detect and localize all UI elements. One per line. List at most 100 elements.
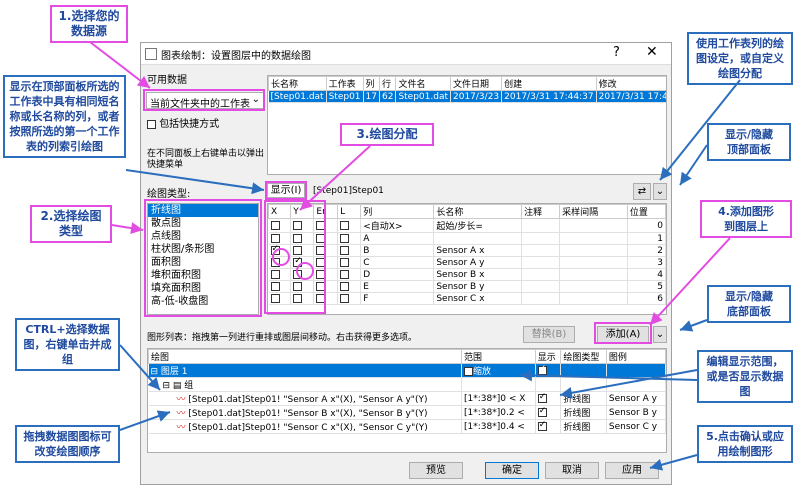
empty-cell [560,363,607,378]
plot-list-table[interactable]: 绘图范围显示绘图类型图例⊟ 图层 1缩放⊟ ▤ 组〰 [Step01.dat]S… [147,348,667,453]
add-highlight [594,322,652,344]
table-row[interactable]: CSensor A y 3 [268,256,666,269]
close-button[interactable]: ✕ [646,44,658,60]
show-checkbox[interactable] [537,406,547,417]
col-sampling [559,256,628,269]
callout-ctrl-group: CTRL+选择数据图，右键单击并成组 [15,318,120,371]
toggle-top-panel-button[interactable]: ⌄ [653,183,667,200]
plot-type-label: 绘图类型: [147,189,191,200]
top-table-header[interactable]: 列 [362,76,380,91]
column-table-header[interactable]: 长名称 [433,204,523,219]
col-sampling [559,292,628,305]
plot-table-header[interactable]: 范围 [461,349,536,364]
group-label: 组 [184,381,194,391]
replace-button[interactable]: 替换(B) [523,326,575,343]
assign-checkbox[interactable] [340,257,350,267]
group-row[interactable]: ⊟ ▤ 组 [148,377,666,392]
help-button[interactable]: ? [613,45,620,60]
show-highlight [265,181,307,200]
assign-checkbox[interactable] [340,220,350,230]
col-sampling [559,280,628,293]
table-row[interactable]: F Sensor C x 6 [268,292,666,305]
top-table-header[interactable]: 文件日期 [449,76,503,91]
preview-button[interactable]: 预览 [409,462,463,479]
plot-row[interactable]: 〰 [Step01.dat]Step01! "Sensor A x"(X), "… [148,391,666,406]
dialog-title: 图表绘制：设置图层中的数据绘图 [161,51,311,62]
col-comment [521,244,561,257]
plot-show[interactable] [535,391,562,406]
top-table-header[interactable]: 修改 [595,76,666,91]
table-row[interactable]: <自动X> 起始/步长= 0 [268,218,666,233]
plot-label: [Step01.dat]Step01! "Sensor A x"(X), "Se… [188,395,428,405]
plot-row[interactable]: 〰 [Step01.dat]Step01! "Sensor C x"(X), "… [148,419,666,434]
top-table-header[interactable]: 工作表 [325,76,364,91]
table-row[interactable]: A1 [268,232,666,245]
column-table-header[interactable]: L [337,204,362,219]
table-row[interactable]: [Step01.dat Step01 17 62 Step01.dat 2017/3/23… [268,90,666,103]
top-table-header[interactable]: 行 [378,76,397,91]
scale-checkbox[interactable] [464,367,473,376]
plot-type[interactable]: 折线图 [560,391,607,406]
plot-type-highlight [144,199,262,317]
table-row[interactable]: E Sensor B y 5 [268,280,666,293]
assign-l-cell[interactable] [337,244,362,257]
worksheet-table[interactable]: 长名称 工作表列行文件名 文件日期 创建 修改 [Step01.dat Step01 17 6… [267,75,667,175]
plot-show[interactable] [535,405,562,420]
top-table-header[interactable]: 长名称 [268,76,327,91]
plot-row[interactable]: 〰 [Step01.dat]Step01! "Sensor B x"(X), "… [148,405,666,420]
line-plot-icon[interactable]: 〰 [177,395,189,405]
layer-scale[interactable]: 缩放 [461,363,536,378]
column-table-header[interactable]: 位置 [626,204,666,219]
col-name: C [360,256,435,269]
table-row[interactable]: D Sensor B x 4 [268,268,666,281]
assign-checkbox[interactable] [340,233,350,243]
assign-checkbox[interactable] [340,269,350,279]
top-table-header[interactable]: 文件名 [395,76,451,91]
layer-row[interactable]: ⊟ 图层 1 缩放 [148,363,666,378]
column-table-header[interactable]: 注释 [521,204,561,219]
column-table-header[interactable]: 采样间隔 [559,204,628,219]
assign-checkbox[interactable] [340,245,350,255]
top-table-header[interactable]: 创建 [501,76,597,91]
apply-button[interactable]: 应用 [605,462,659,479]
plot-type[interactable]: 折线图 [560,419,607,434]
line-plot-icon[interactable]: 〰 [177,409,189,419]
column-table[interactable]: XYErL列长名称注释采样间隔位置<自动X>起始/步长=0A1BSensor A… [267,203,667,315]
line-plot-icon[interactable]: 〰 [177,423,189,433]
table-row[interactable]: BSensor A x 2 [268,244,666,257]
expand-icon[interactable]: ⊟ [151,367,161,377]
toggle-bottom-panel-button[interactable]: ⌄ [653,326,667,343]
col-position: 5 [627,280,666,293]
plot-range[interactable]: [1*:38*]0.2 < [461,405,536,420]
plot-range[interactable]: [1*:38*]0 < X [461,391,536,406]
plot-type[interactable]: 折线图 [560,405,607,420]
assign-l-cell[interactable] [337,256,362,269]
cancel-button[interactable]: 取消 [545,462,599,479]
swap-plot-assign-button[interactable]: ⇄ [633,183,651,200]
assign-checkbox[interactable] [340,293,350,303]
scale-label: 缩放 [473,367,492,377]
show-checkbox[interactable] [537,392,547,403]
assign-l-cell[interactable] [337,232,362,245]
plot-table-header[interactable]: 图例 [605,349,666,364]
include-shortcuts-option[interactable]: 包括快捷方式 [147,115,219,130]
plot-table-header[interactable]: 显示 [534,349,562,364]
show-checkbox[interactable] [537,420,547,431]
assign-checkbox[interactable] [340,281,350,291]
ok-button[interactable]: 确定 [485,462,539,479]
plot-table-header[interactable]: 绘图类型 [560,349,607,364]
assign-l-cell[interactable] [337,280,362,293]
assign-l-cell[interactable] [337,268,362,281]
table-cell: 2017/3/31 17:44:37 [596,90,666,103]
callout-drag-order: 拖拽数据图图标可改变绘图顺序 [15,425,120,463]
layer-show[interactable] [535,363,562,378]
plot-show[interactable] [535,419,562,434]
show-checkbox[interactable] [537,364,547,375]
include-shortcuts-checkbox[interactable] [147,119,156,129]
column-table-header[interactable]: 列 [360,204,435,219]
assign-l-cell[interactable] [337,292,362,305]
plot-table-header[interactable]: 绘图 [148,349,462,364]
col-position: 6 [627,292,666,305]
plot-range[interactable]: [1*:38*]0.4 < [461,419,536,434]
assign-l-cell[interactable] [337,218,362,233]
